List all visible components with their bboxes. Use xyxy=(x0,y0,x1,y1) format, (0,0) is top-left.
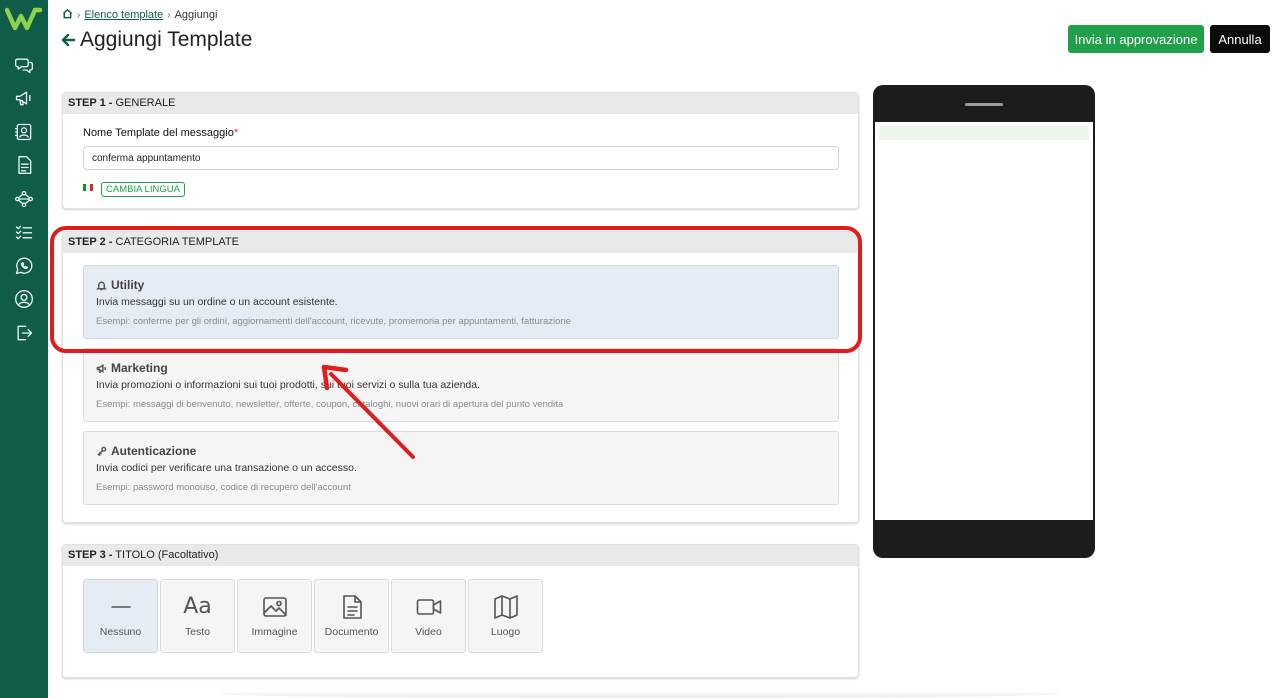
header-type-label: Testo xyxy=(184,626,211,638)
category-examples: Esempi: conferme per gli ordini, aggiorn… xyxy=(96,316,571,327)
page-bottom-shadow xyxy=(220,690,1060,698)
breadcrumb-current: Aggiungi xyxy=(174,9,218,21)
required-mark: * xyxy=(233,127,239,139)
header-type-location[interactable]: Luogo xyxy=(468,579,543,653)
breadcrumb-separator: › xyxy=(77,9,81,21)
breadcrumb-link-template-list[interactable]: Elenco template xyxy=(84,9,163,21)
header-type-image[interactable]: Immagine xyxy=(237,579,312,653)
step3-card: STEP 3 - TITOLO (Facoltativo) Nessuno Aa… xyxy=(62,544,859,678)
header-type-label: Luogo xyxy=(490,626,521,638)
bell-icon xyxy=(96,281,107,290)
category-option-utility[interactable]: Utility Invia messaggi su un ordine o un… xyxy=(83,265,839,339)
text-aa-icon: Aa xyxy=(183,594,212,619)
megaphone-icon[interactable] xyxy=(12,86,36,110)
key-icon xyxy=(97,446,107,456)
cancel-button[interactable]: Annulla xyxy=(1210,25,1270,53)
breadcrumb-separator: › xyxy=(167,9,171,21)
whatsapp-icon[interactable] xyxy=(12,254,36,278)
app-logo[interactable] xyxy=(5,6,43,32)
breadcrumb: › Elenco template › Aggiungi xyxy=(62,8,217,22)
user-icon[interactable] xyxy=(12,287,36,311)
checklist-icon[interactable] xyxy=(12,220,36,244)
image-icon xyxy=(262,597,287,617)
phone-speaker xyxy=(965,103,1003,106)
sidebar xyxy=(0,0,48,698)
phone-screen xyxy=(875,122,1093,520)
template-name-label: Nome Template del messaggio* xyxy=(83,127,239,139)
template-name-input[interactable] xyxy=(83,146,839,170)
map-icon xyxy=(493,595,518,619)
step3-header: STEP 3 - TITOLO (Facoltativo) xyxy=(63,545,858,566)
home-icon[interactable] xyxy=(62,8,73,22)
step1-card: STEP 1 - GENERALE Nome Template del mess… xyxy=(62,92,859,209)
back-arrow-icon[interactable] xyxy=(60,32,76,48)
chat-icon[interactable] xyxy=(12,53,36,77)
document-icon xyxy=(342,595,362,619)
message-preview-bubble xyxy=(879,126,1089,140)
step2-header: STEP 2 - CATEGORIA TEMPLATE xyxy=(63,232,858,253)
step2-card: STEP 2 - CATEGORIA TEMPLATE Utility Invi… xyxy=(62,231,859,523)
header-type-label: Nessuno xyxy=(99,626,142,638)
logout-icon[interactable] xyxy=(12,321,36,345)
header-type-none[interactable]: Nessuno xyxy=(83,579,158,653)
category-title: Marketing xyxy=(111,361,168,375)
category-title: Utility xyxy=(111,278,145,292)
phone-preview xyxy=(873,85,1095,558)
category-option-marketing[interactable]: Marketing Invia promozioni o informazion… xyxy=(83,348,839,422)
submit-approval-button[interactable]: Invia in approvazione xyxy=(1068,25,1204,53)
dash-icon xyxy=(110,606,131,608)
header-type-document[interactable]: Documento xyxy=(314,579,389,653)
category-examples: Esempi: password monouso, codice di recu… xyxy=(96,482,351,493)
page-title: Aggiungi Template xyxy=(60,28,252,52)
header-type-label: Video xyxy=(415,626,442,638)
flow-icon[interactable] xyxy=(12,187,36,211)
category-description: Invia promozioni o informazioni sui tuoi… xyxy=(96,379,481,391)
category-description: Invia codici per verificare una transazi… xyxy=(96,462,357,474)
document-icon[interactable] xyxy=(12,153,36,177)
megaphone-icon xyxy=(96,363,106,373)
change-language-button[interactable]: CAMBIA LINGUA xyxy=(101,182,185,197)
header-type-label: Immagine xyxy=(251,626,298,638)
category-option-authentication[interactable]: Autenticazione Invia codici per verifica… xyxy=(83,431,839,505)
category-description: Invia messaggi su un ordine o un account… xyxy=(96,296,338,308)
page-title-text: Aggiungi Template xyxy=(80,28,253,51)
category-title: Autenticazione xyxy=(111,444,197,458)
category-examples: Esempi: messaggi di benvenuto, newslette… xyxy=(96,399,564,410)
video-icon xyxy=(416,599,441,615)
header-type-text[interactable]: Aa Testo xyxy=(160,579,235,653)
header-type-video[interactable]: Video xyxy=(391,579,466,653)
italian-flag-icon xyxy=(83,184,93,191)
contacts-icon[interactable] xyxy=(12,120,36,144)
step1-header: STEP 1 - GENERALE xyxy=(63,93,858,114)
header-type-label: Documento xyxy=(324,626,379,638)
